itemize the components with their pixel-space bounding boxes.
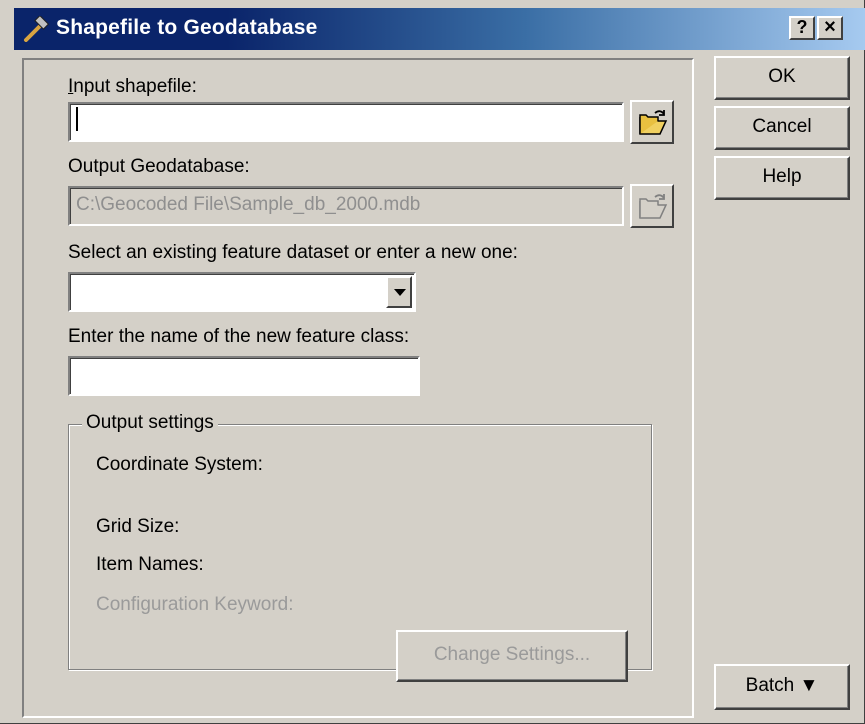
title-bar[interactable]: Shapefile to Geodatabase ? ×	[14, 8, 865, 50]
change-settings-button: Change Settings...	[396, 630, 628, 682]
input-shapefile-label: Input shapefile:	[68, 76, 197, 97]
dataset-combobox[interactable]	[68, 272, 416, 312]
context-help-button[interactable]: ?	[789, 16, 815, 40]
hammer-icon	[24, 16, 50, 42]
coordinate-system-label: Coordinate System:	[96, 454, 263, 475]
browse-output-button	[630, 184, 674, 228]
feature-class-label: Enter the name of the new feature class:	[68, 326, 410, 347]
batch-button[interactable]: Batch ▼	[714, 664, 850, 710]
browse-input-button[interactable]	[630, 100, 674, 144]
window-title: Shapefile to Geodatabase	[56, 16, 318, 39]
input-shapefile-label-rest: nput shapefile:	[73, 76, 197, 97]
dropdown-arrow-icon[interactable]	[386, 276, 412, 308]
dataset-label: Select an existing feature dataset or en…	[68, 242, 518, 263]
ok-button[interactable]: OK	[714, 56, 850, 100]
dialog-window: Shapefile to Geodatabase ? × Input shape…	[0, 0, 865, 724]
output-gdb-label: Output Geodatabase:	[68, 156, 250, 177]
feature-class-input[interactable]	[68, 356, 420, 396]
text-caret	[76, 106, 78, 131]
close-button[interactable]: ×	[817, 16, 843, 40]
item-names-label: Item Names:	[96, 554, 204, 575]
open-folder-icon-disabled	[639, 194, 668, 219]
output-settings-legend: Output settings	[82, 412, 218, 434]
output-gdb-field: C:\Geocoded File\Sample_db_2000.mdb	[68, 186, 624, 226]
open-folder-icon	[639, 110, 668, 135]
grid-size-label: Grid Size:	[96, 516, 180, 537]
cancel-button[interactable]: Cancel	[714, 106, 850, 150]
config-keyword-label: Configuration Keyword:	[96, 594, 294, 615]
input-shapefile-field[interactable]	[68, 102, 624, 142]
help-button[interactable]: Help	[714, 156, 850, 200]
